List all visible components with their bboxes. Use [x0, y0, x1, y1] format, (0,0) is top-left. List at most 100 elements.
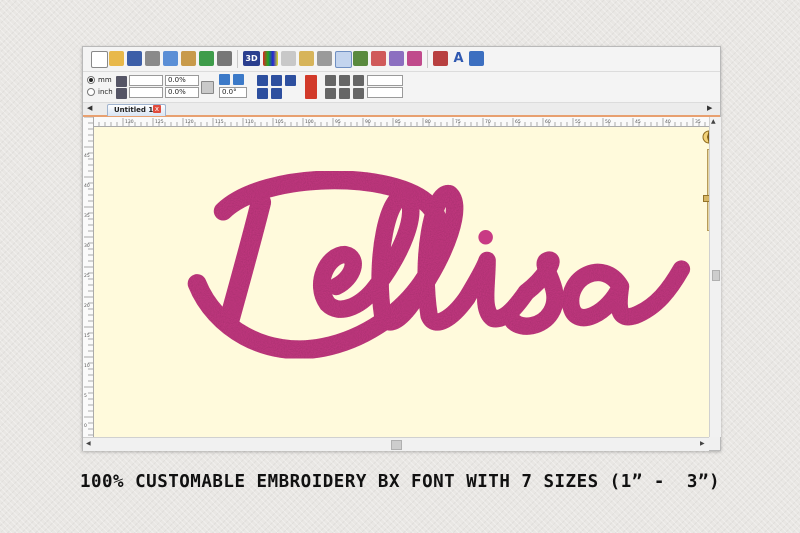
ruler-label: 40 [84, 183, 90, 189]
width-input[interactable] [129, 75, 163, 86]
scroll-up-icon[interactable]: ▲ [711, 118, 716, 125]
ruler-label: 15 [84, 333, 90, 339]
rotation-angle-input[interactable]: 0.0° [219, 87, 247, 98]
same-height-icon[interactable] [339, 88, 350, 99]
horizontal-scroll-thumb[interactable] [391, 440, 402, 450]
stitch-icon[interactable] [371, 51, 386, 66]
embroidery-design[interactable] [94, 127, 709, 437]
spacing-input-1[interactable] [367, 75, 403, 86]
align-center-icon[interactable] [271, 75, 282, 86]
ruler-label: 50 [605, 119, 611, 125]
unit-inch-label: inch [98, 88, 113, 96]
scroll-left-icon[interactable]: ◀ [86, 440, 91, 447]
open-folder-icon[interactable] [109, 51, 124, 66]
lock-ratio-icon[interactable] [201, 81, 214, 94]
network-icon[interactable] [407, 51, 422, 66]
unit-inch-option[interactable]: inch [87, 88, 113, 96]
design-stroke [504, 251, 564, 335]
settings-icon[interactable] [433, 51, 448, 66]
space-distribute-icon[interactable] [339, 75, 350, 86]
ruler-label: 55 [575, 119, 581, 125]
i-dot [478, 229, 493, 245]
compass-icon[interactable]: N [701, 129, 709, 145]
embroidery-editor-window: 3D A mm inch 0.0% 0.0% 0.0° ◀ Untitled 1… [82, 46, 721, 451]
text-tool-button[interactable]: A [451, 51, 466, 66]
paste-icon[interactable] [181, 51, 196, 66]
close-tab-icon[interactable]: x [153, 105, 161, 113]
flip-vertical-icon[interactable] [233, 74, 244, 85]
ruler-label: 95 [335, 119, 341, 125]
zoom-icon[interactable] [281, 51, 296, 66]
height-icon [116, 88, 127, 99]
align-bottom-icon[interactable] [285, 75, 296, 86]
view-3d-button[interactable]: 3D [243, 51, 260, 66]
ruler-label: 105 [275, 119, 284, 125]
redo-icon[interactable] [217, 51, 232, 66]
align-right-icon[interactable] [271, 88, 282, 99]
height-percent-input[interactable]: 0.0% [165, 87, 199, 98]
left-ruler: 45 40 35 30 25 20 15 10 5 0 [83, 117, 94, 437]
ruler-label: 20 [84, 303, 90, 309]
toolbar-separator [427, 50, 428, 68]
design-canvas[interactable]: N [94, 127, 709, 437]
ruler-label: 70 [485, 119, 491, 125]
measure-icon[interactable] [317, 51, 332, 66]
ruler-tool-icon[interactable] [299, 51, 314, 66]
unit-mm-option[interactable]: mm [87, 76, 112, 84]
design-text-dellisa[interactable] [187, 170, 691, 360]
property-toolbar: mm inch 0.0% 0.0% 0.0° [83, 72, 720, 103]
color-palette-icon[interactable] [263, 51, 278, 66]
width-icon [116, 76, 127, 87]
align-left-icon[interactable] [257, 88, 268, 99]
design-area: 130 125 120 115 110 105 100 95 90 85 80 75 70 65 60 55 5… [83, 117, 721, 451]
undo-icon[interactable] [199, 51, 214, 66]
radio-mm[interactable] [87, 76, 95, 84]
design-stroke [458, 251, 535, 328]
align-top-icon[interactable] [257, 75, 268, 86]
horizontal-scrollbar[interactable]: ◀ ▶ [83, 437, 709, 451]
height-input[interactable] [129, 87, 163, 98]
design-stroke [218, 192, 272, 332]
same-size-icon[interactable] [353, 88, 364, 99]
ruler-label: 130 [125, 119, 134, 125]
ruler-label: 75 [455, 119, 461, 125]
ruler-label: 65 [515, 119, 521, 125]
same-width-icon[interactable] [325, 88, 336, 99]
pan-hand-icon[interactable] [335, 51, 352, 68]
ruler-label: 5 [84, 393, 87, 399]
ruler-label: 40 [665, 119, 671, 125]
product-caption: 100% CUSTOMABLE EMBROIDERY BX FONT WITH … [79, 472, 721, 492]
save-icon[interactable] [127, 51, 142, 66]
ruler-label: 45 [635, 119, 641, 125]
copy-icon[interactable] [163, 51, 178, 66]
toolbar-separator [237, 50, 238, 68]
ruler-label: 115 [215, 119, 224, 125]
ruler-label: 45 [84, 153, 90, 159]
ruler-label: 100 [305, 119, 314, 125]
tab-scroll-left-icon[interactable]: ◀ [87, 104, 92, 112]
vertical-scrollbar[interactable]: ▲ [709, 117, 721, 437]
new-file-icon[interactable] [91, 51, 108, 68]
width-percent-input[interactable]: 0.0% [165, 75, 199, 86]
vertical-scroll-thumb[interactable] [712, 270, 720, 281]
design-stroke [561, 260, 691, 327]
spacing-input-2[interactable] [367, 87, 403, 98]
ruler-label: 10 [84, 363, 90, 369]
space-horizontal-icon[interactable] [325, 75, 336, 86]
ruler-label: 35 [84, 213, 90, 219]
help-icon[interactable] [305, 75, 317, 99]
print-icon[interactable] [145, 51, 160, 66]
main-toolbar: 3D A [83, 47, 720, 72]
unit-mm-label: mm [98, 76, 112, 84]
space-vertical-icon[interactable] [353, 75, 364, 86]
background-icon[interactable] [353, 51, 368, 66]
grid-icon[interactable] [389, 51, 404, 66]
scroll-right-icon[interactable]: ▶ [700, 440, 705, 447]
ruler-label: 120 [185, 119, 194, 125]
ruler-label: 110 [245, 119, 254, 125]
flip-horizontal-icon[interactable] [219, 74, 230, 85]
radio-inch[interactable] [87, 88, 95, 96]
tab-scroll-right-icon[interactable]: ▶ [707, 104, 712, 112]
design-stroke [313, 245, 383, 318]
lettering-icon[interactable] [469, 51, 484, 66]
